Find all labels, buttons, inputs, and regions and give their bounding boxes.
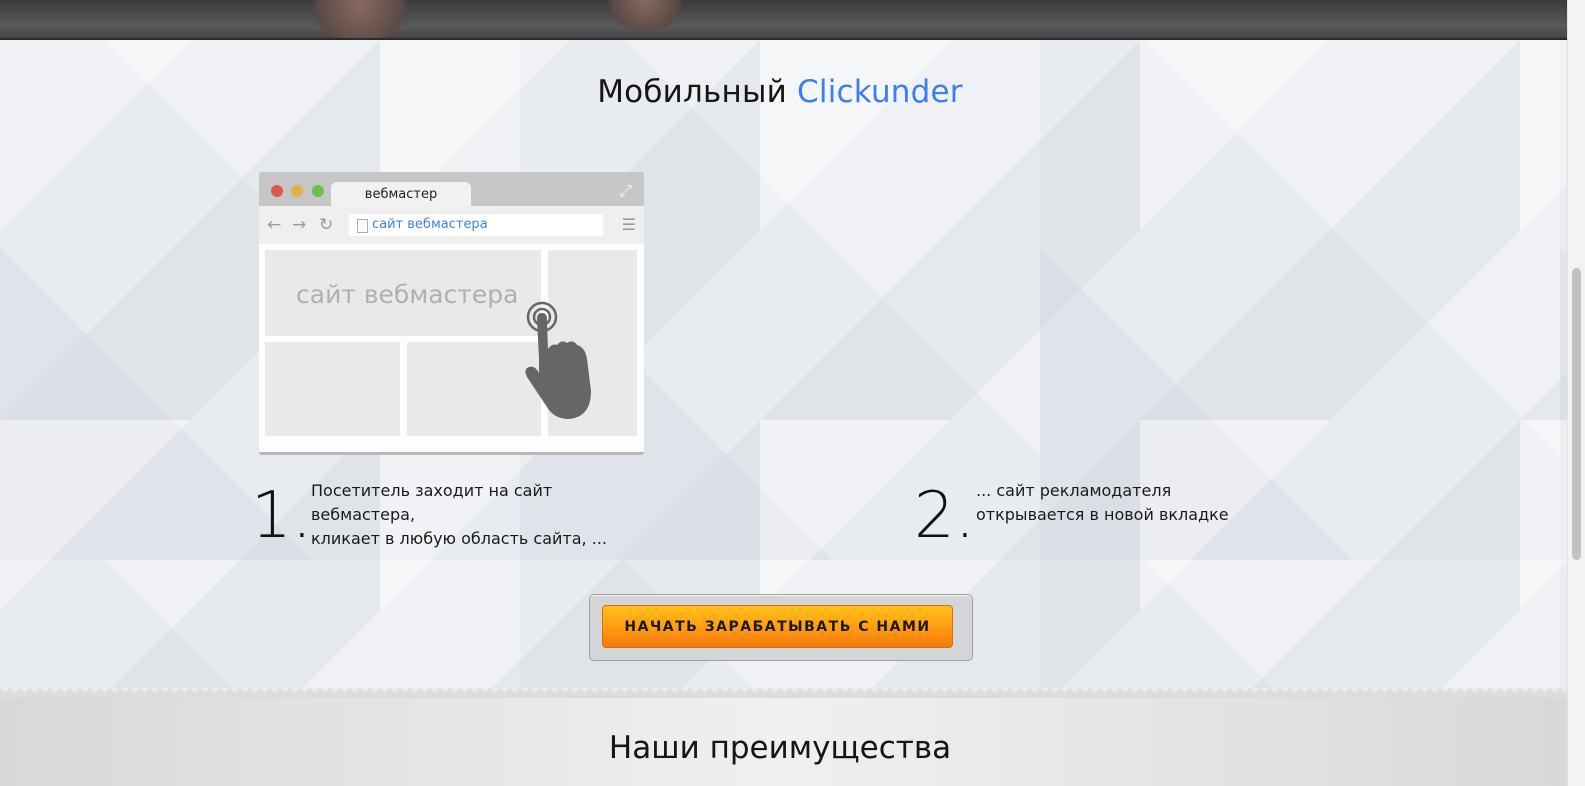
section-title-accent: Clickunder bbox=[797, 74, 963, 110]
page-scrollbar[interactable] bbox=[1567, 0, 1585, 786]
section-title-main: Мобильный bbox=[597, 74, 787, 110]
content-block-label: сайт вебмастера bbox=[296, 280, 519, 309]
advantages-section: Наши преимущества bbox=[0, 698, 1568, 786]
close-dot-icon bbox=[271, 185, 283, 197]
step-text-line: ... сайт рекламодателя bbox=[976, 481, 1172, 500]
step-text-line: открывается в новой вкладке bbox=[976, 505, 1229, 524]
banner-shape bbox=[300, 0, 420, 38]
page-icon bbox=[357, 219, 368, 233]
forward-arrow-icon: → bbox=[292, 215, 307, 235]
step-text-line: кликает в любую область сайта, ... bbox=[311, 529, 607, 548]
step-text-line: вебмастера, bbox=[311, 505, 416, 524]
tap-hand-icon bbox=[525, 301, 591, 419]
section-title: Мобильный Clickunder bbox=[0, 74, 1560, 110]
scrollbar-thumb[interactable] bbox=[1572, 268, 1581, 560]
expand-icon: ⤢ bbox=[619, 181, 632, 200]
mobile-clickunder-section: Мобильный Clickunder вебмастер ⤢ ← → ↻ с… bbox=[0, 40, 1568, 692]
cta-frame: НАЧАТЬ ЗАРАБАТЫВАТЬ С НАМИ bbox=[589, 594, 973, 661]
step-text-line: Посетитель заходит на сайт bbox=[311, 481, 553, 500]
top-banner-image bbox=[0, 0, 1568, 40]
browser-titlebar: вебмастер ⤢ bbox=[259, 172, 644, 206]
step-number: 2. bbox=[914, 479, 976, 553]
back-arrow-icon: ← bbox=[267, 215, 282, 235]
step-number: 1. bbox=[251, 479, 313, 553]
banner-shape bbox=[600, 0, 690, 30]
address-bar-text: сайт вебмастера bbox=[372, 217, 488, 232]
content-block: сайт вебмастера bbox=[265, 250, 541, 336]
section-divider bbox=[0, 688, 1568, 698]
step-description: ... сайт рекламодателя открывается в нов… bbox=[976, 479, 1229, 527]
browser-illustration: вебмастер ⤢ ← → ↻ сайт вебмастера ☰ сайт… bbox=[259, 172, 644, 452]
menu-icon: ☰ bbox=[621, 215, 636, 234]
browser-toolbar: ← → ↻ сайт вебмастера ☰ bbox=[259, 206, 644, 244]
content-block bbox=[265, 342, 400, 436]
browser-tab: вебмастер bbox=[331, 182, 471, 206]
address-bar: сайт вебмастера bbox=[349, 214, 603, 236]
minimize-dot-icon bbox=[291, 185, 303, 197]
browser-content: сайт вебмастера bbox=[259, 244, 644, 452]
reload-icon: ↻ bbox=[319, 215, 334, 235]
maximize-dot-icon bbox=[312, 185, 324, 197]
step-description: Посетитель заходит на сайт вебмастера, к… bbox=[311, 479, 607, 551]
start-earning-button[interactable]: НАЧАТЬ ЗАРАБАТЫВАТЬ С НАМИ bbox=[602, 605, 953, 648]
advantages-title: Наши преимущества bbox=[608, 730, 952, 766]
